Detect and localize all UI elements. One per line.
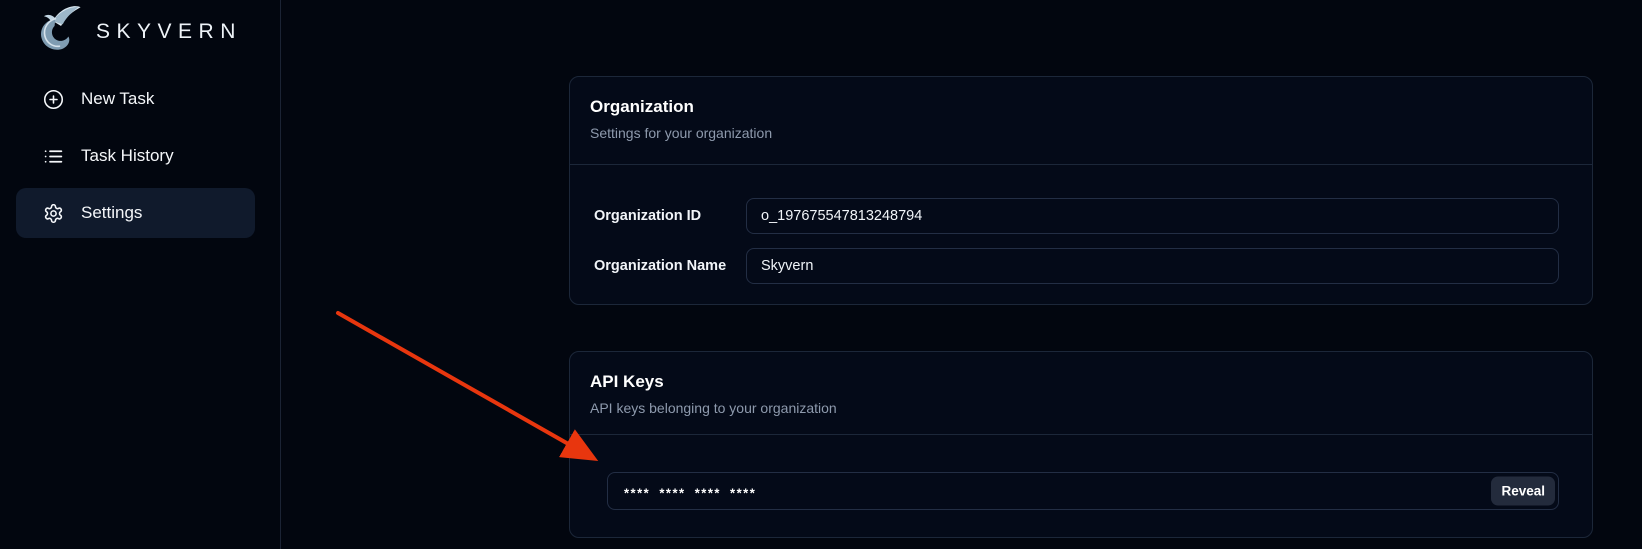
sidebar-item-settings[interactable]: Settings [16,188,255,238]
organization-id-input[interactable] [746,198,1559,234]
organization-name-label: Organization Name [594,258,746,274]
sidebar-item-label: New Task [81,89,154,109]
organization-card: Organization Settings for your organizat… [569,76,1593,305]
sidebar: SKYVERN New Task Task History [0,0,281,549]
brand[interactable]: SKYVERN [0,0,280,60]
organization-id-row: Organization ID [594,198,1559,234]
reveal-button[interactable]: Reveal [1491,477,1555,506]
organization-name-input[interactable] [746,248,1559,284]
api-keys-card-subtitle: API keys belonging to your organization [590,400,1568,417]
organization-card-title: Organization [590,96,1568,117]
sidebar-nav: New Task Task History Settings [0,74,280,238]
sidebar-item-label: Settings [81,203,142,223]
brand-name: SKYVERN [96,20,242,44]
organization-id-label: Organization ID [594,208,746,224]
organization-name-row: Organization Name [594,248,1559,284]
api-key-masked-value: **** **** **** **** [624,486,756,501]
skyvern-dragon-logo-icon [28,4,86,61]
organization-card-header: Organization Settings for your organizat… [570,77,1592,142]
api-keys-card: API Keys API keys belonging to your orga… [569,351,1593,538]
api-keys-card-header: API Keys API keys belonging to your orga… [570,352,1592,417]
organization-card-subtitle: Settings for your organization [590,125,1568,142]
sidebar-item-label: Task History [81,146,174,166]
list-icon [43,146,64,167]
api-keys-card-body: **** **** **** **** Reveal [570,435,1592,510]
api-key-field[interactable]: **** **** **** **** Reveal [607,472,1559,510]
plus-circle-icon [43,89,64,110]
gear-icon [43,203,64,224]
sidebar-item-new-task[interactable]: New Task [16,74,255,124]
sidebar-item-task-history[interactable]: Task History [16,131,255,181]
api-keys-card-title: API Keys [590,371,1568,392]
organization-card-body: Organization ID Organization Name [570,165,1592,284]
